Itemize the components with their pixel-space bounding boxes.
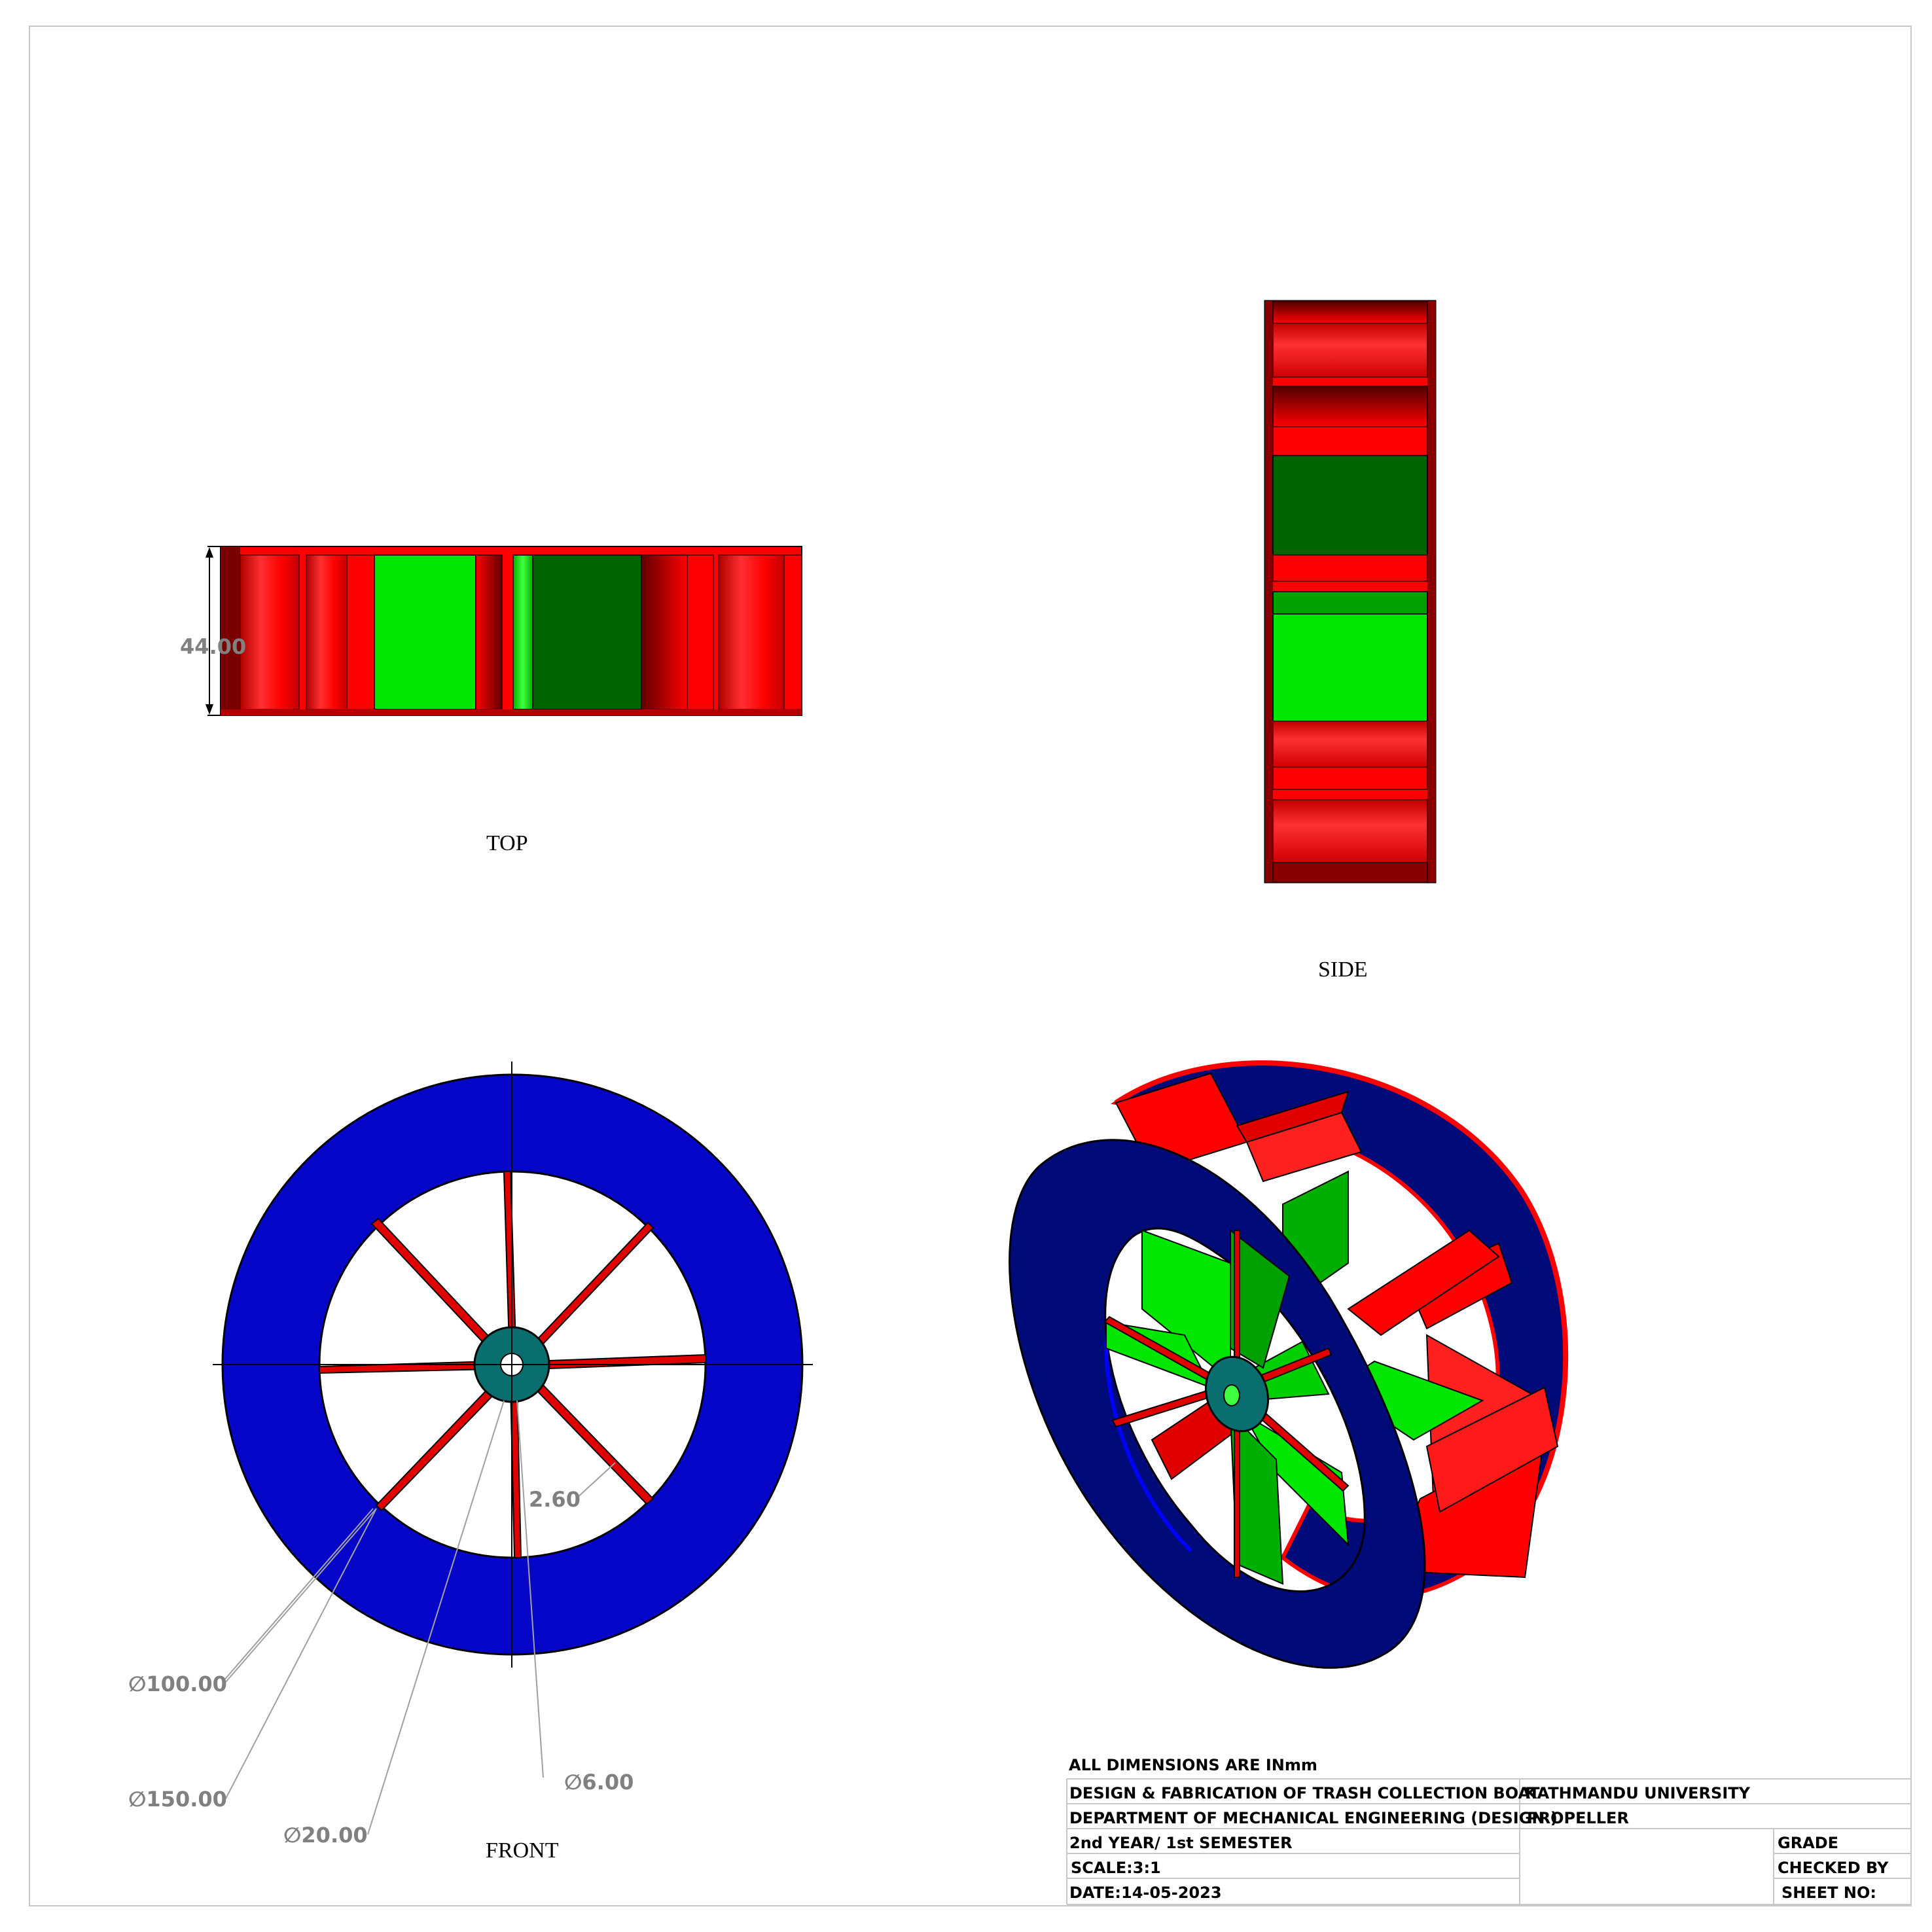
year-semester: 2nd YEAR/ 1st SEMESTER: [1069, 1834, 1293, 1852]
diameter-symbol: ∅: [128, 1672, 146, 1696]
dim-d6: ∅6.00: [564, 1770, 634, 1795]
grade-label: GRADE: [1778, 1834, 1838, 1852]
dim-d100-value: 100.00: [146, 1672, 226, 1696]
side-view: SIDE: [1264, 300, 1437, 982]
units-note: ALL DIMENSIONS ARE INmm: [1069, 1756, 1317, 1774]
front-view-label: FRONT: [486, 1838, 559, 1863]
side-view-label: SIDE: [1318, 957, 1368, 982]
top-green-blade-right: [532, 554, 642, 710]
diameter-symbol: ∅: [564, 1770, 582, 1795]
part-name: PROPELLER: [1527, 1809, 1629, 1827]
university-name: KATHMANDU UNIVERSITY: [1525, 1784, 1751, 1802]
sheet-no-label: SHEET NO:: [1781, 1884, 1876, 1902]
dim-d150: ∅150.00: [128, 1787, 227, 1812]
sheet-border: [29, 26, 1912, 1906]
department-name: DEPARTMENT OF MECHANICAL ENGINEERING (DE…: [1069, 1809, 1558, 1827]
side-green-blade-dark: [1272, 455, 1428, 556]
diameter-symbol: ∅: [128, 1787, 146, 1812]
dim-d20-value: 20.00: [301, 1823, 367, 1848]
side-green-blade-light: [1272, 613, 1428, 722]
drawing-sheet: 44.00 TOP SIDE 2.60 ∅100.00 ∅150.00 ∅20.…: [29, 26, 1912, 1906]
dim-d6-value: 6.00: [582, 1770, 634, 1795]
diameter-symbol: ∅: [283, 1823, 301, 1848]
date: DATE:14-05-2023: [1069, 1884, 1222, 1902]
dim-d20: ∅20.00: [283, 1823, 368, 1848]
dim-d100: ∅100.00: [128, 1672, 227, 1696]
top-view: 44.00 TOP: [180, 546, 802, 855]
dim-height: 44.00: [180, 634, 246, 659]
isometric-view: [1009, 1060, 1569, 1669]
scale: SCALE:3:1: [1071, 1859, 1161, 1877]
front-view: 2.60 ∅100.00 ∅150.00 ∅20.00 ∅6.00 FRONT: [128, 1062, 813, 1863]
top-green-blade-left: [374, 554, 476, 710]
top-view-label: TOP: [486, 831, 528, 855]
checked-by-label: CHECKED BY: [1778, 1859, 1889, 1877]
project-title: DESIGN & FABRICATION OF TRASH COLLECTION…: [1069, 1784, 1540, 1802]
dim-spoke-width: 2.60: [529, 1487, 581, 1512]
dim-d150-value: 150.00: [146, 1787, 226, 1812]
title-block: ALL DIMENSIONS ARE INmm DESIGN & FABRICA…: [1066, 1756, 1911, 1905]
